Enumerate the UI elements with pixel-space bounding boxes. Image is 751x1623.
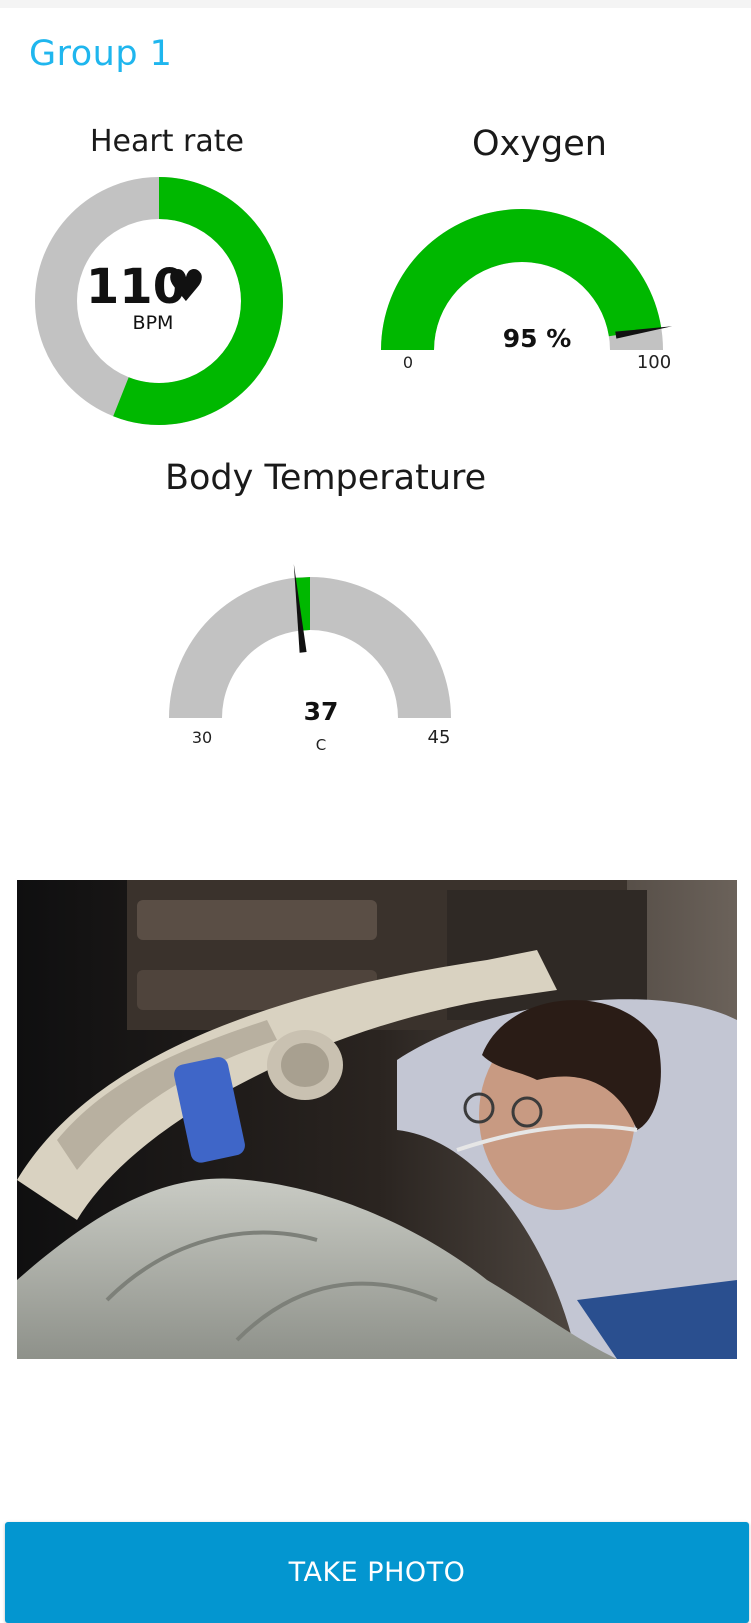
heart-icon: ♥ bbox=[166, 261, 205, 312]
status-strip bbox=[0, 0, 751, 8]
take-photo-button[interactable]: TAKE PHOTO bbox=[5, 1522, 749, 1623]
body-temperature-gauge: 37 C 30 45 bbox=[169, 563, 451, 754]
page-title: Group 1 bbox=[29, 34, 173, 74]
heart-rate-unit: BPM bbox=[133, 312, 174, 334]
oxygen-value: 95 % bbox=[503, 324, 572, 353]
oxygen-max-label: 100 bbox=[637, 352, 671, 373]
heart-rate-title: Heart rate bbox=[90, 124, 244, 159]
body-temperature-unit: C bbox=[316, 736, 326, 754]
oxygen-title: Oxygen bbox=[472, 124, 607, 164]
patient-photo bbox=[17, 880, 737, 1359]
oxygen-min-label: 0 bbox=[403, 353, 413, 372]
heart-rate-gauge: 110 ♥ BPM bbox=[35, 177, 283, 425]
body-temperature-value: 37 bbox=[304, 697, 339, 726]
body-temperature-title: Body Temperature bbox=[165, 458, 487, 498]
body-temperature-min-label: 30 bbox=[192, 728, 212, 747]
patient-photo-image bbox=[17, 880, 737, 1359]
body-temperature-max-label: 45 bbox=[428, 727, 451, 748]
oxygen-gauge: 95 % 0 100 bbox=[381, 208, 673, 373]
